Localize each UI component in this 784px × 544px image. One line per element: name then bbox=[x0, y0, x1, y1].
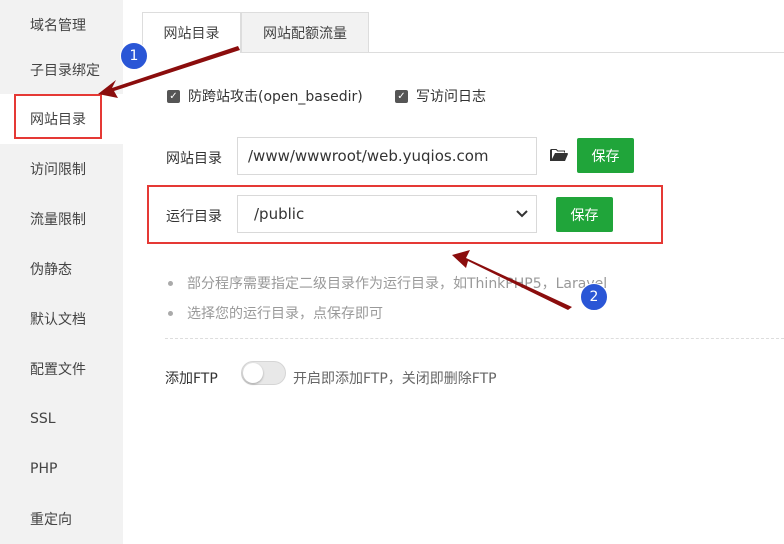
sidebar-item-php[interactable]: PHP bbox=[0, 444, 123, 494]
toggle-knob bbox=[243, 363, 263, 383]
sidebar-item-default-doc[interactable]: 默认文档 bbox=[0, 294, 123, 344]
sidebar-item-subdir-bind[interactable]: 子目录绑定 bbox=[0, 45, 123, 95]
tab-site-dir[interactable]: 网站目录 bbox=[142, 12, 241, 53]
sidebar-item-rewrite[interactable]: 伪静态 bbox=[0, 244, 123, 294]
step-1-badge: 1 bbox=[120, 42, 148, 70]
folder-open-icon[interactable] bbox=[550, 148, 568, 162]
open-basedir-checkbox[interactable]: ✓ 防跨站攻击(open_basedir) bbox=[167, 86, 363, 106]
ftp-label: 添加FTP bbox=[165, 371, 218, 387]
sidebar-item-redirect[interactable]: 重定向 bbox=[0, 494, 123, 544]
sidebar-highlight-box bbox=[14, 94, 102, 139]
sidebar-item-access-limit[interactable]: 访问限制 bbox=[0, 144, 123, 194]
sidebar-item-config[interactable]: 配置文件 bbox=[0, 344, 123, 394]
run-dir-selected-value: /public bbox=[254, 205, 305, 223]
run-dir-select[interactable]: /public bbox=[237, 195, 537, 233]
checkmark-icon: ✓ bbox=[167, 89, 180, 103]
checkmark-icon: ✓ bbox=[395, 89, 408, 103]
sidebar: 域名管理 子目录绑定 网站目录 访问限制 流量限制 伪静态 默认文档 配置文件 … bbox=[0, 0, 123, 544]
tip-text: 部分程序需要指定二级目录作为运行目录，如ThinkPHP5，Laravel bbox=[187, 276, 608, 292]
sidebar-item-ssl[interactable]: SSL bbox=[0, 394, 123, 444]
divider bbox=[165, 338, 784, 339]
run-dir-label: 运行目录 bbox=[166, 209, 222, 225]
site-dir-input[interactable]: /www/wwwroot/web.yuqios.com bbox=[237, 137, 537, 175]
ftp-hint: 开启即添加FTP，关闭即删除FTP bbox=[293, 371, 497, 387]
sidebar-item-traffic-limit[interactable]: 流量限制 bbox=[0, 194, 123, 244]
bullet-icon bbox=[168, 310, 173, 316]
tab-bar: 网站目录 网站配额流量 bbox=[142, 12, 784, 53]
bullet-icon bbox=[168, 280, 173, 286]
tip-item: 部分程序需要指定二级目录作为运行目录，如ThinkPHP5，Laravel bbox=[168, 273, 607, 293]
chevron-down-icon bbox=[516, 210, 528, 218]
access-log-label: 写访问日志 bbox=[416, 89, 486, 105]
access-log-checkbox[interactable]: ✓ 写访问日志 bbox=[395, 86, 486, 106]
run-dir-save-button[interactable]: 保存 bbox=[556, 197, 613, 232]
step-2-badge: 2 bbox=[580, 283, 608, 311]
sidebar-item-domain[interactable]: 域名管理 bbox=[0, 0, 123, 50]
open-basedir-label: 防跨站攻击(open_basedir) bbox=[188, 89, 363, 105]
tab-traffic-quota[interactable]: 网站配额流量 bbox=[241, 12, 369, 52]
ftp-toggle[interactable] bbox=[241, 361, 286, 385]
tip-item: 选择您的运行目录，点保存即可 bbox=[168, 303, 383, 323]
site-dir-save-button[interactable]: 保存 bbox=[577, 138, 634, 173]
site-dir-label: 网站目录 bbox=[166, 151, 222, 167]
tip-text: 选择您的运行目录，点保存即可 bbox=[187, 306, 383, 322]
